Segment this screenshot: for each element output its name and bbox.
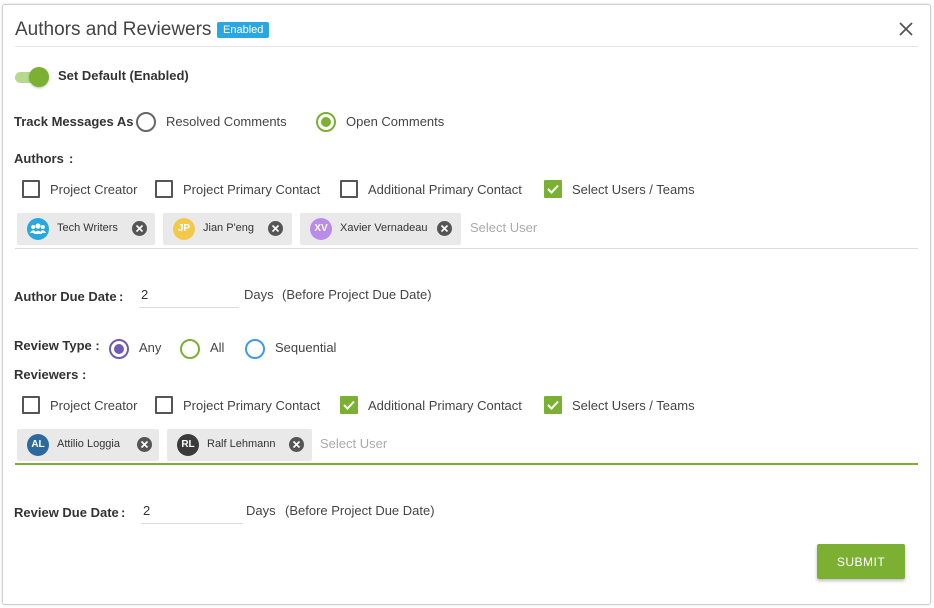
author-due-date-colon: : (119, 289, 124, 304)
remove-chip-icon[interactable] (137, 437, 152, 452)
close-icon[interactable] (896, 19, 916, 39)
authors-label: Authors (14, 151, 64, 166)
review-any-label: Any (139, 340, 162, 355)
authors-colon: : (69, 151, 74, 166)
remove-chip-icon[interactable] (437, 221, 452, 236)
remove-chip-icon[interactable] (268, 221, 283, 236)
remove-chip-icon[interactable] (289, 437, 304, 452)
review-due-date-label: Review Due Date (14, 505, 119, 520)
avatar: JP (173, 218, 195, 240)
radio-review-all[interactable] (180, 339, 200, 359)
review-due-note: (Before Project Due Date) (285, 503, 435, 518)
chip-name: Ralf Lehmann (207, 438, 276, 450)
reviewers-select-user-input[interactable]: Select User (320, 436, 387, 451)
authors-project-creator-label: Project Creator (50, 182, 138, 197)
author-due-date-label: Author Due Date (14, 289, 117, 304)
author-due-note: (Before Project Due Date) (282, 287, 432, 302)
chip-ralf-lehmann: RL Ralf Lehmann (167, 429, 312, 461)
authors-reviewers-dialog: Authors and Reviewers Enabled Set Defaul… (2, 4, 931, 605)
reviewers-user-picker[interactable]: AL Attilio Loggia RL Ralf Lehmann Select… (15, 425, 918, 465)
review-due-days-input[interactable] (141, 498, 243, 524)
track-messages-label: Track Messages As (14, 114, 134, 129)
submit-button[interactable]: SUBMIT (817, 544, 905, 579)
chip-tech-writers: Tech Writers (17, 213, 155, 245)
radio-open-comments[interactable] (316, 112, 336, 132)
reviewers-checkbox-project-creator[interactable] (22, 396, 40, 414)
authors-select-user-input[interactable]: Select User (470, 220, 537, 235)
authors-checkbox-project-creator[interactable] (22, 180, 40, 198)
reviewers-additional-primary-contact-label: Additional Primary Contact (368, 398, 522, 413)
reviewers-project-creator-label: Project Creator (50, 398, 138, 413)
author-due-days-unit: Days (244, 287, 274, 302)
reviewers-colon: : (82, 367, 87, 382)
reviewers-checkbox-project-primary-contact[interactable] (155, 396, 173, 414)
review-due-days-unit: Days (246, 503, 276, 518)
reviewers-checkbox-select-users-teams[interactable] (544, 396, 562, 414)
remove-chip-icon[interactable] (132, 221, 147, 236)
review-all-label: All (210, 340, 225, 355)
set-default-label: Set Default (Enabled) (58, 68, 189, 83)
resolved-comments-label: Resolved Comments (166, 114, 287, 129)
chip-name: Xavier Vernadeau (340, 222, 428, 234)
reviewers-checkbox-additional-primary-contact[interactable] (340, 396, 358, 414)
reviewers-select-users-teams-label: Select Users / Teams (572, 398, 695, 413)
authors-user-picker[interactable]: Tech Writers JP Jian P'eng XV Xavier Ver… (15, 209, 918, 249)
authors-checkbox-additional-primary-contact[interactable] (340, 180, 358, 198)
reviewers-label: Reviewers (14, 367, 79, 382)
team-icon (27, 218, 49, 240)
check-icon (547, 184, 559, 194)
review-sequential-label: Sequential (275, 340, 337, 355)
enabled-badge: Enabled (217, 22, 270, 38)
check-icon (547, 400, 559, 410)
reviewers-project-primary-contact-label: Project Primary Contact (183, 398, 321, 413)
author-due-days-input[interactable] (139, 282, 239, 308)
dialog-header: Authors and Reviewers Enabled (15, 5, 918, 47)
radio-review-sequential[interactable] (245, 339, 265, 359)
review-type-label: Review Type : (14, 338, 100, 353)
set-default-toggle[interactable] (14, 66, 50, 88)
authors-checkbox-project-primary-contact[interactable] (155, 180, 173, 198)
chip-jian-peng: JP Jian P'eng (163, 213, 292, 245)
avatar: XV (310, 218, 332, 240)
authors-select-users-teams-label: Select Users / Teams (572, 182, 695, 197)
radio-review-any[interactable] (109, 339, 129, 359)
chip-xavier-vernadeau: XV Xavier Vernadeau (300, 213, 461, 245)
review-due-date-colon: : (121, 505, 126, 520)
check-icon (343, 400, 355, 410)
dialog-title: Authors and Reviewers (15, 19, 212, 40)
chip-attilio-loggia: AL Attilio Loggia (17, 429, 159, 461)
chip-name: Jian P'eng (203, 222, 255, 234)
radio-resolved-comments[interactable] (136, 112, 156, 132)
avatar: AL (27, 434, 49, 456)
authors-checkbox-select-users-teams[interactable] (544, 180, 562, 198)
avatar: RL (177, 434, 199, 456)
toggle-knob (29, 67, 49, 87)
authors-additional-primary-contact-label: Additional Primary Contact (368, 182, 522, 197)
chip-name: Tech Writers (57, 222, 118, 234)
authors-project-primary-contact-label: Project Primary Contact (183, 182, 321, 197)
open-comments-label: Open Comments (346, 114, 445, 129)
chip-name: Attilio Loggia (57, 438, 120, 450)
